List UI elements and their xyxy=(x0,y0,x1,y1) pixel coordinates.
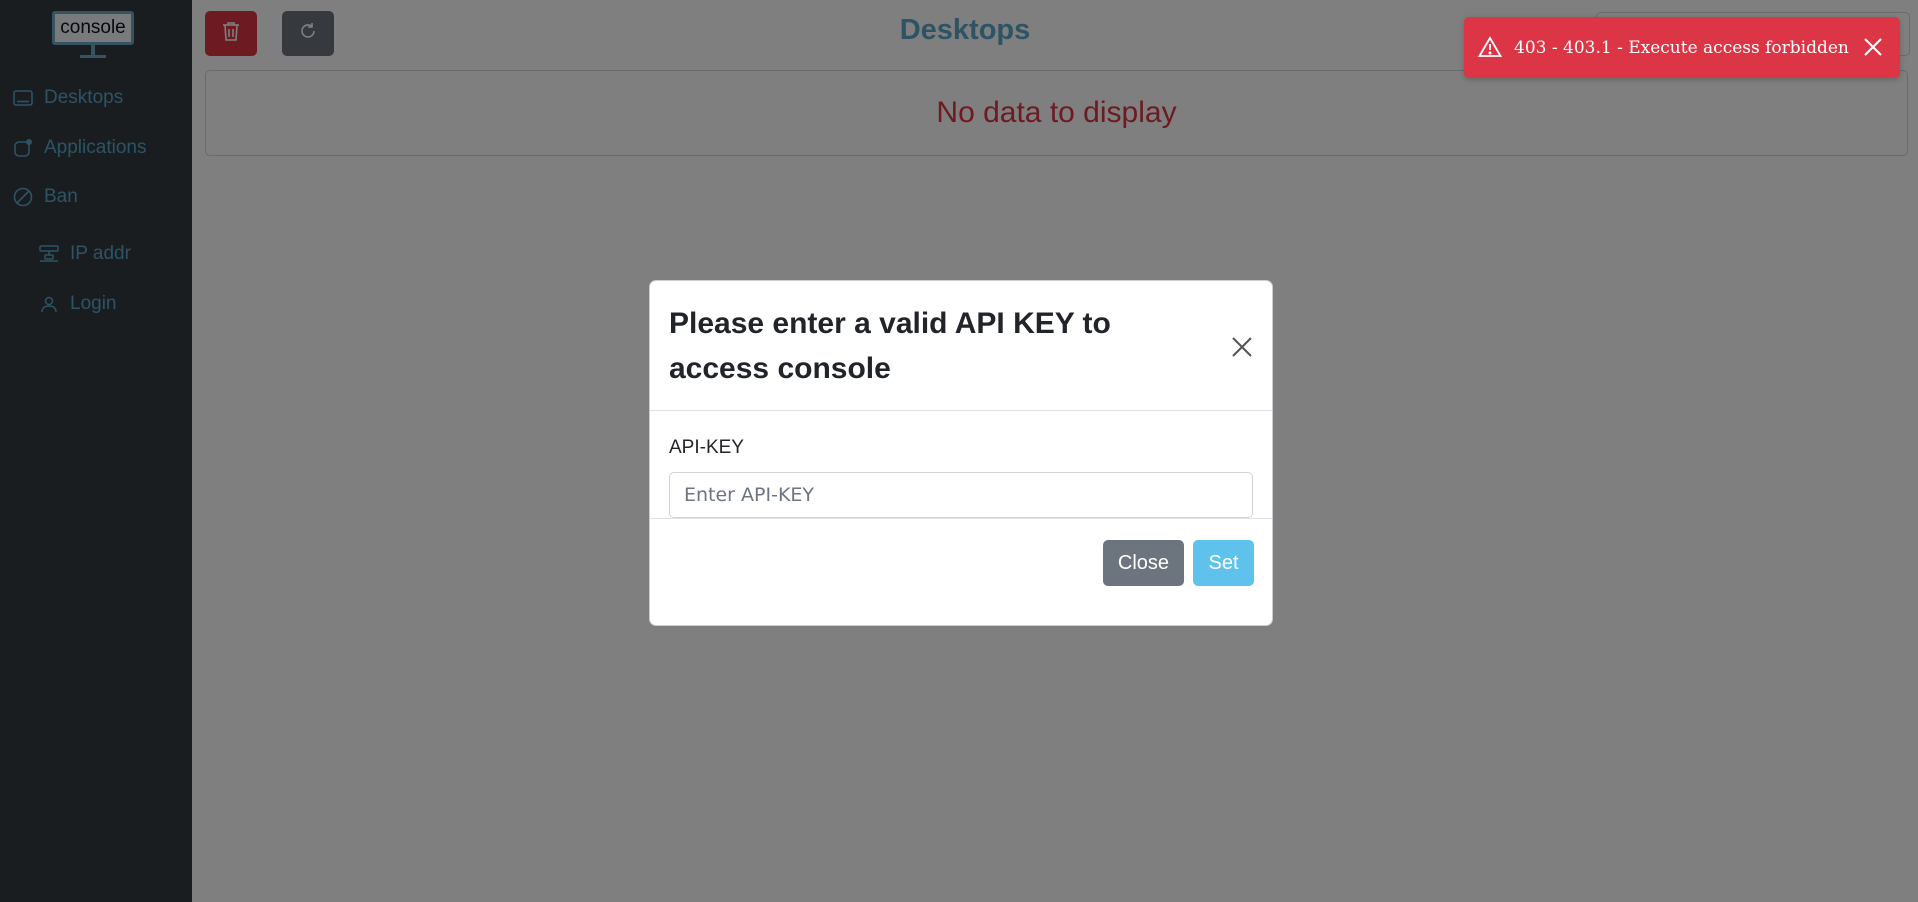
warning-icon xyxy=(1478,35,1502,60)
close-icon[interactable] xyxy=(1231,336,1253,358)
modal-header: Please enter a valid API KEY to access c… xyxy=(650,281,1272,411)
close-button[interactable]: Close xyxy=(1103,540,1184,586)
app-root: console Desktops Applications Ban xyxy=(0,0,1918,902)
set-button[interactable]: Set xyxy=(1193,540,1254,586)
error-toast: 403 - 403.1 - Execute access forbidden xyxy=(1464,17,1900,78)
modal-footer: Close Set xyxy=(650,520,1272,626)
api-key-label: API-KEY xyxy=(669,437,744,458)
modal-body: API-KEY xyxy=(650,412,1272,519)
toast-message: 403 - 403.1 - Execute access forbidden xyxy=(1514,37,1849,58)
close-icon[interactable] xyxy=(1862,36,1886,60)
api-key-modal: Please enter a valid API KEY to access c… xyxy=(649,280,1273,626)
modal-title: Please enter a valid API KEY to access c… xyxy=(669,307,1111,385)
api-key-input[interactable] xyxy=(669,472,1253,518)
